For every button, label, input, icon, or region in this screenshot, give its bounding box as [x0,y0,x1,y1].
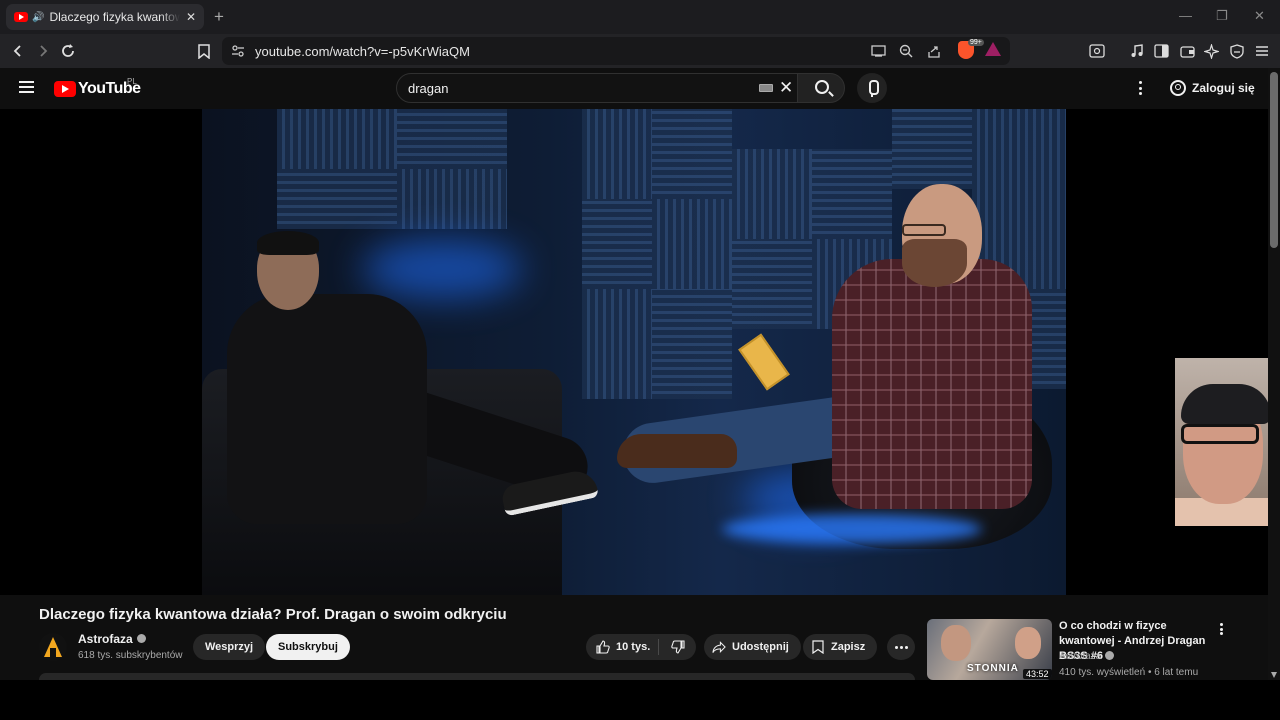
recommended-channel[interactable]: Astrofaza [1059,651,1101,662]
browser-toolbar: youtube.com/watch?v=-p5vKrWiaQM 99+ [0,34,1280,68]
maximize-icon[interactable]: ❐ [1216,8,1228,24]
save-button[interactable]: Zapisz [803,634,878,660]
more-actions-icon[interactable] [887,634,915,660]
save-bookmark-icon [811,640,825,654]
sign-in-label: Zaloguj się [1192,81,1255,95]
search-input[interactable]: dragan [408,81,448,96]
join-button[interactable]: Wesprzyj [193,634,266,660]
like-dislike-group: 10 tys. [586,634,696,660]
recommended-channel-row[interactable]: Astrofaza [1059,650,1115,662]
media-icon[interactable] [1127,41,1147,61]
guide-menu-icon[interactable] [19,81,34,93]
glasses-icon [902,224,946,236]
minimize-icon[interactable]: — [1179,8,1192,23]
recommended-menu-icon[interactable] [1216,621,1226,637]
guest-figure [227,294,427,524]
thumbs-down-icon [671,640,685,654]
search-icon [815,80,829,94]
save-label: Zapisz [831,641,866,653]
search-button[interactable] [797,73,845,103]
clear-search-icon[interactable]: ✕ [779,78,793,98]
share-arrow-icon [712,640,726,654]
share-icon[interactable] [926,43,942,59]
recommended-age: 6 lat temu [1154,667,1199,678]
bottom-black-bar [0,680,1280,720]
back-arrow-icon[interactable] [8,41,28,61]
browser-tab-bar: 🔊 Dlaczego fizyka kwantowa działa? Prof.… [0,0,1280,34]
voice-search-icon[interactable] [857,73,887,103]
channel-name-row[interactable]: Astrofaza [78,632,146,646]
verified-icon [1105,650,1115,660]
video-player[interactable] [0,109,1268,595]
page-scrollbar[interactable] [1268,68,1280,680]
menu-icon[interactable] [1252,41,1272,61]
subscribe-label: Subskrybuj [278,641,338,653]
rewards-icon[interactable] [985,42,1001,56]
speaker-icon[interactable]: 🔊 [32,12,44,23]
video-info: Dlaczego fizyka kwantowa działa? Prof. D… [0,595,1268,680]
scrollbar-thumb[interactable] [1270,72,1278,248]
site-settings-icon[interactable] [230,43,246,59]
zoom-icon[interactable] [898,43,914,59]
video-frame [202,109,1066,595]
book [738,333,790,391]
browser-tab[interactable]: 🔊 Dlaczego fizyka kwantowa działa? Prof.… [6,4,204,30]
recommended-meta: 410 tys. wyświetleń • 6 lat temu [1059,667,1198,678]
youtube-favicon-icon [14,12,28,22]
webcam-overlay [1175,358,1280,526]
verified-icon [136,634,146,644]
description-box[interactable] [39,673,915,680]
sign-in-button[interactable]: Zaloguj się [1160,73,1265,103]
video-duration: 43:52 [1023,669,1052,679]
country-code: PL [127,77,137,86]
youtube-logo[interactable]: YouTube PL [54,77,141,98]
recommended-thumbnail[interactable]: STONNIA 43:52 [927,619,1052,680]
cast-icon[interactable] [870,43,886,59]
video-title: Dlaczego fizyka kwantowa działa? Prof. D… [39,606,507,623]
join-label: Wesprzyj [205,641,254,653]
thumbs-up-icon [596,640,610,654]
shields-badge: 99+ [968,39,984,46]
settings-kebab-icon[interactable] [1132,78,1148,98]
share-button[interactable]: Udostępnij [704,634,801,660]
tab-close-icon[interactable]: ✕ [186,10,196,24]
like-divider [658,639,659,655]
channel-name[interactable]: Astrofaza [78,632,133,646]
like-count: 10 tys. [616,641,651,653]
account-icon [1170,80,1186,96]
new-tab-icon[interactable]: + [214,7,224,27]
tab-title: Dlaczego fizyka kwantowa działa? Prof. D… [49,10,180,24]
leo-ai-icon[interactable] [1201,41,1221,61]
dislike-button[interactable] [660,634,696,660]
thumbnail-text: STONNIA [967,663,1019,674]
youtube-play-icon [54,81,76,97]
vpn-icon[interactable] [1227,41,1247,61]
keyboard-icon[interactable] [759,84,773,92]
reload-icon[interactable] [58,41,78,61]
wallet-icon[interactable] [1177,41,1197,61]
url-text: youtube.com/watch?v=-p5vKrWiaQM [255,44,470,59]
subscriber-count: 618 tys. subskrybentów [78,650,183,661]
forward-arrow-icon[interactable] [33,41,53,61]
subscribe-button[interactable]: Subskrybuj [266,634,350,660]
reader-mode-icon[interactable] [1087,41,1107,61]
close-window-icon[interactable]: ✕ [1254,8,1265,24]
share-label: Udostępnij [732,641,789,653]
sidebar-icon[interactable] [1151,41,1171,61]
channel-avatar[interactable] [39,633,67,661]
search-box[interactable]: dragan ✕ [396,73,806,103]
address-bar[interactable]: youtube.com/watch?v=-p5vKrWiaQM 99+ [222,37,1010,65]
recommended-views: 410 tys. wyświetleń [1059,667,1146,678]
like-button[interactable]: 10 tys. [586,634,656,660]
bookmark-icon[interactable] [194,41,214,61]
scroll-down-icon[interactable] [1271,672,1277,678]
youtube-masthead: YouTube PL dragan ✕ Zaloguj się [0,68,1268,109]
